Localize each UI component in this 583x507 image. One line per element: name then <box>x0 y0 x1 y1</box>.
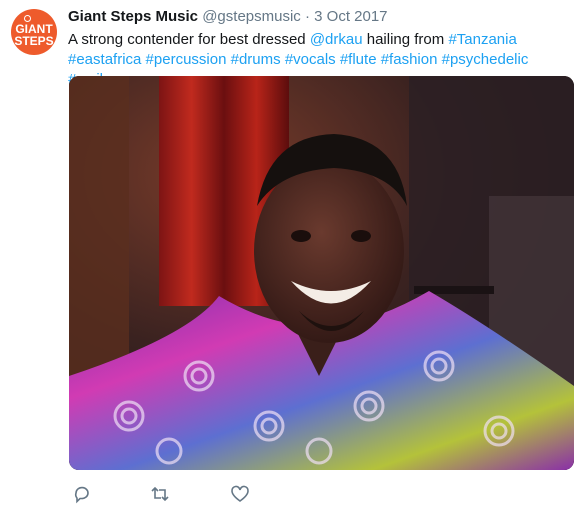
photo-illustration <box>69 76 574 470</box>
author-name[interactable]: Giant Steps Music <box>68 8 198 25</box>
hashtag-link[interactable]: #flute <box>340 51 377 68</box>
tweet-date[interactable]: 3 Oct 2017 <box>314 8 387 25</box>
separator-dot: · <box>304 8 310 25</box>
tweet-header: Giant Steps Music @gstepsmusic · 3 Oct 2… <box>68 8 388 25</box>
retweet-button[interactable] <box>150 484 170 504</box>
avatar[interactable]: GIANT STEPS <box>11 9 57 55</box>
heart-icon <box>231 485 249 502</box>
reply-button[interactable] <box>72 484 92 504</box>
like-button[interactable] <box>230 484 250 504</box>
reply-icon <box>74 486 89 504</box>
hashtag-link[interactable]: #fashion <box>381 51 438 68</box>
hashtag-link[interactable]: #percussion <box>146 51 227 68</box>
mention-link[interactable]: @drkau <box>310 31 363 48</box>
hashtag-link[interactable]: #drums <box>231 51 281 68</box>
text-segment: A strong contender for best dressed <box>68 31 310 48</box>
avatar-text-line2: STEPS <box>14 34 54 48</box>
author-handle[interactable]: @gstepsmusic <box>202 8 301 25</box>
tweet-photo[interactable] <box>69 76 574 470</box>
hashtag-link[interactable]: #vocals <box>285 51 336 68</box>
hashtag-link[interactable]: #Tanzania <box>448 31 516 48</box>
hashtag-link[interactable]: #eastafrica <box>68 51 141 68</box>
text-segment: hailing from <box>362 31 449 48</box>
hashtag-link[interactable]: #psychedelic <box>442 51 529 68</box>
retweet-icon <box>151 486 169 502</box>
logo-mark-icon <box>24 15 31 22</box>
